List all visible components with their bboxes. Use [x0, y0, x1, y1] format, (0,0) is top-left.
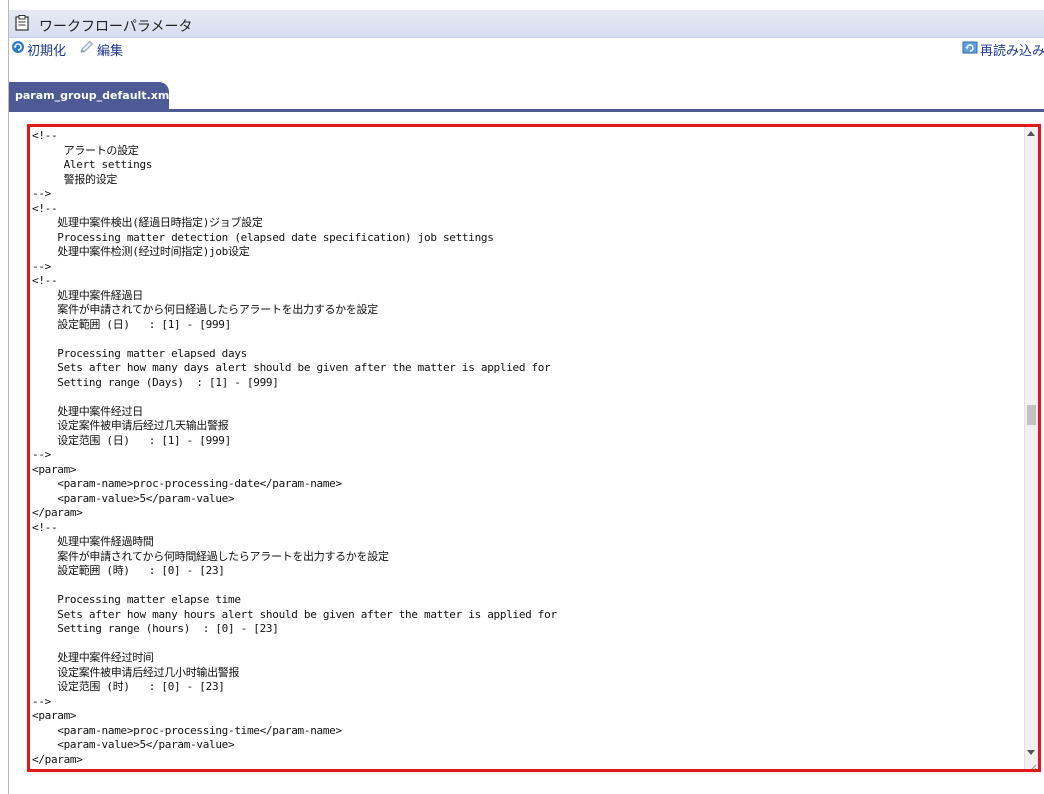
scroll-down-arrow-icon[interactable] — [1027, 750, 1035, 755]
xml-editor[interactable]: <!-- アラートの設定 Alert settings 警报的设定 --> <!… — [27, 124, 1041, 772]
edit-label: 編集 — [97, 43, 124, 59]
scroll-thumb[interactable] — [1027, 405, 1036, 425]
page-title: ワークフローパラメータ — [39, 19, 193, 35]
init-label: 初期化 — [27, 43, 67, 59]
edit-button[interactable]: 編集 — [79, 39, 123, 59]
resize-grip-icon[interactable] — [1027, 758, 1037, 769]
tab-strip: param_group_default.xml — [9, 82, 1044, 112]
vertical-scrollbar[interactable] — [1024, 127, 1038, 769]
reload-icon — [962, 40, 980, 58]
scroll-up-arrow-icon[interactable] — [1027, 131, 1035, 136]
clipboard-icon — [15, 15, 29, 31]
pencil-icon — [79, 40, 97, 58]
xml-content[interactable]: <!-- アラートの設定 Alert settings 警报的设定 --> <!… — [32, 129, 1026, 769]
refresh-icon — [11, 40, 27, 58]
tab-param-group-default[interactable]: param_group_default.xml — [9, 82, 173, 110]
toolbar: 初期化 編集 再読み込み — [9, 38, 1044, 60]
workflow-parameter-panel: ワークフローパラメータ 初期化 編集 再読み込み param_group_def… — [8, 0, 1044, 794]
init-button[interactable]: 初期化 — [11, 39, 66, 59]
reload-label: 再読み込み — [979, 43, 1044, 59]
tab-underline — [9, 109, 1044, 112]
reload-button[interactable]: 再読み込み — [962, 39, 1044, 59]
title-bar: ワークフローパラメータ — [9, 10, 1044, 38]
